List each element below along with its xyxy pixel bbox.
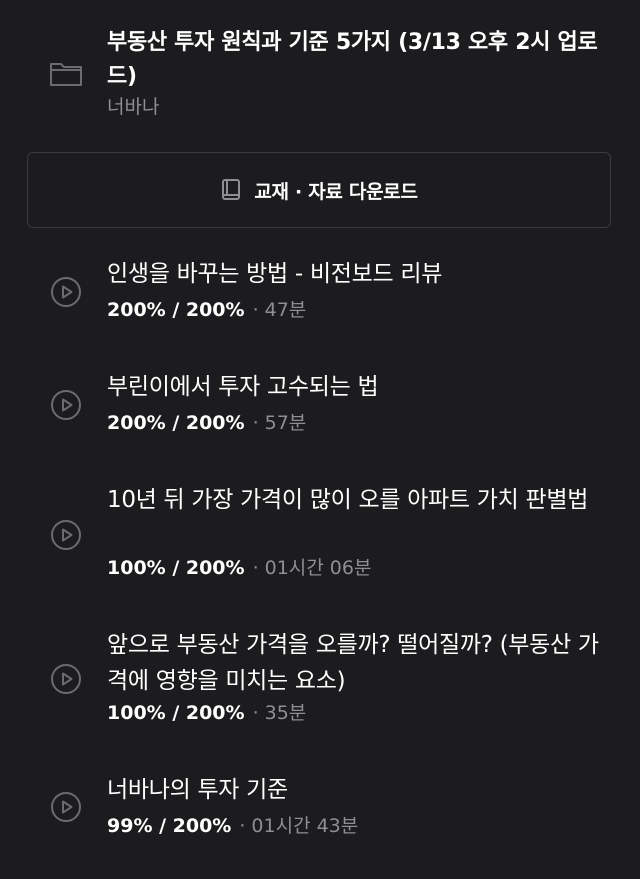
meta-separator: ·	[239, 815, 246, 837]
lesson-duration: 01시간 43분	[251, 815, 359, 837]
lesson-meta: 99% / 200% · 01시간 43분	[107, 812, 358, 840]
play-circle-icon	[51, 390, 81, 420]
meta-separator: ·	[252, 557, 259, 579]
lesson-progress: 200% / 200%	[107, 299, 245, 321]
lesson-title: 앞으로 부동산 가격을 오를까? 떨어질까? (부동산 가격에 영향을 미치는 …	[107, 632, 599, 694]
play-circle-icon	[51, 520, 81, 550]
folder-icon	[50, 63, 82, 86]
lesson-title: 부린이에서 투자 고수되는 법	[107, 374, 379, 400]
lesson-meta: 200% / 200% · 47분	[107, 296, 306, 324]
play-circle-icon	[51, 664, 81, 694]
lesson-list-page: 부동산 투자 원칙과 기준 5가지 (3/13 오후 2시 업로드) 너바나 교…	[0, 0, 640, 879]
lesson-title: 너바나의 투자 기준	[107, 777, 288, 803]
lesson-progress: 100% / 200%	[107, 702, 245, 724]
lesson-meta: 100% / 200% · 01시간 06분	[107, 554, 371, 582]
lesson-progress: 200% / 200%	[107, 412, 245, 434]
lesson-duration: 57분	[264, 412, 307, 434]
lesson-meta: 100% / 200% · 35분	[107, 699, 306, 727]
lesson-item[interactable]: 앞으로 부동산 가격을 오를까? 떨어질까? (부동산 가격에 영향을 미치는 …	[0, 625, 640, 755]
book-icon	[222, 179, 241, 200]
meta-separator: ·	[252, 412, 259, 434]
lesson-duration: 01시간 06분	[264, 557, 372, 579]
play-circle-icon	[51, 277, 81, 307]
section-author: 너바나	[107, 96, 160, 118]
play-circle-icon	[51, 792, 81, 822]
meta-separator: ·	[252, 702, 259, 724]
lesson-item[interactable]: 10년 뒤 가장 가격이 많이 오를 아파트 가치 판별법 100% / 200…	[0, 480, 640, 610]
download-label: 교재 · 자료 다운로드	[254, 180, 418, 203]
section-header[interactable]: 부동산 투자 원칙과 기준 5가지 (3/13 오후 2시 업로드) 너바나	[0, 0, 640, 140]
meta-separator: ·	[252, 299, 259, 321]
section-title: 부동산 투자 원칙과 기준 5가지 (3/13 오후 2시 업로드)	[107, 30, 598, 89]
lesson-meta: 200% / 200% · 57분	[107, 409, 306, 437]
lesson-title: 인생을 바꾸는 방법 - 비전보드 리뷰	[107, 261, 443, 287]
lesson-item[interactable]: 인생을 바꾸는 방법 - 비전보드 리뷰 200% / 200% · 47분	[0, 250, 640, 345]
lesson-item[interactable]: 부린이에서 투자 고수되는 법 200% / 200% · 57분	[0, 365, 640, 460]
lesson-title: 10년 뒤 가장 가격이 많이 오를 아파트 가치 판별법	[107, 487, 589, 513]
lesson-item[interactable]: 너바나의 투자 기준 99% / 200% · 01시간 43분	[0, 770, 640, 865]
download-materials-button[interactable]: 교재 · 자료 다운로드	[27, 152, 611, 228]
lesson-duration: 35분	[264, 702, 307, 724]
lesson-progress: 100% / 200%	[107, 557, 245, 579]
lesson-duration: 47분	[264, 299, 307, 321]
lesson-progress: 99% / 200%	[107, 815, 232, 837]
